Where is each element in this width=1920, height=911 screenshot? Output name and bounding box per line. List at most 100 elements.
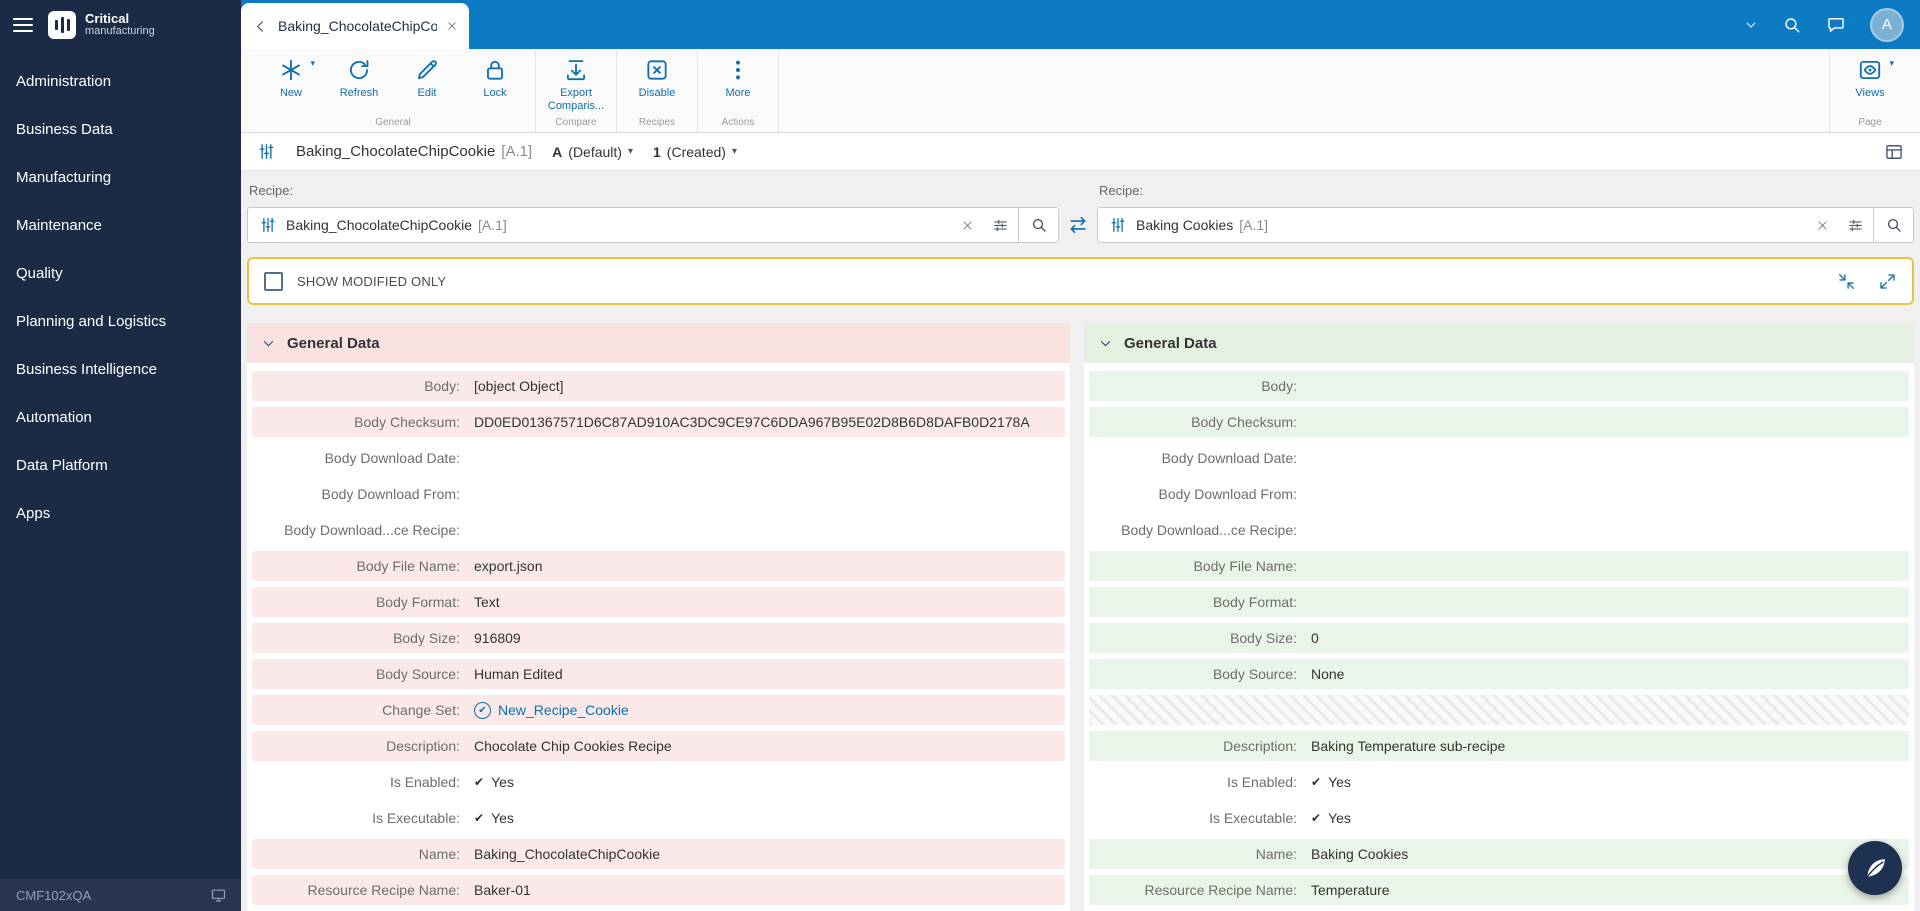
row-label: Body Source: <box>375 666 460 682</box>
sidebar-item-business-data[interactable]: Business Data <box>0 105 241 153</box>
more-button[interactable]: More <box>705 57 771 100</box>
lock-button[interactable]: Lock <box>462 57 528 100</box>
panel-source: General Data Body: [object Object] Body Ch… <box>247 323 1070 911</box>
recipe-field-label: Recipe: <box>249 183 294 198</box>
toolbar-button-label: New <box>279 87 302 99</box>
row-value-text: Baking Temperature sub-recipe <box>1311 738 1506 754</box>
compare-row <box>1089 695 1909 725</box>
close-tab-icon[interactable] <box>446 20 458 32</box>
compare-row: Body Format: Text <box>252 587 1065 617</box>
revision-state: (Created) <box>666 143 726 160</box>
chevron-down-icon[interactable] <box>1744 18 1758 32</box>
row-value-text: Human Edited <box>474 666 563 682</box>
panel-target: General Data Body: Body Checksum: Body Dow… <box>1084 323 1914 911</box>
collapse-all-icon[interactable] <box>1837 272 1856 291</box>
expand-all-icon[interactable] <box>1878 272 1897 291</box>
compare-row: Resource Recipe Name: Temperature <box>1089 875 1909 905</box>
topbar-actions: A <box>1744 0 1920 49</box>
views-icon <box>1857 57 1883 83</box>
comparison-panels: General Data Body: [object Object] Body Ch… <box>241 305 1920 911</box>
views-button[interactable]: ▾ Views <box>1837 57 1903 100</box>
row-value: 0 <box>1311 630 1319 646</box>
row-label: Resource Recipe Name: <box>307 882 460 898</box>
compare-row: Description: Baking Temperature sub-recip… <box>1089 731 1909 761</box>
sidebar-item-business-intelligence[interactable]: Business Intelligence <box>0 345 241 393</box>
search-button[interactable] <box>1873 208 1913 242</box>
row-label: Body Download...ce Recipe: <box>284 522 460 538</box>
compare-row: Is Enabled: ✔ Yes <box>252 767 1065 797</box>
swap-recipes[interactable] <box>1059 214 1097 243</box>
sidebar-item-data-platform[interactable]: Data Platform <box>0 441 241 489</box>
version-selector[interactable]: A (Default) ▾ <box>552 144 633 160</box>
tab-title: Baking_ChocolateChipCooki <box>278 18 437 34</box>
revision-selector[interactable]: 1 (Created) ▾ <box>653 144 737 160</box>
messages-icon[interactable] <box>1826 15 1846 35</box>
toolbar-group-label: Compare <box>555 117 597 128</box>
compare-row: Body Size: 0 <box>1089 623 1909 653</box>
compare-left-column: Recipe: Baking_ChocolateChipCookie [A.1] <box>247 183 1059 243</box>
avatar[interactable]: A <box>1870 7 1904 42</box>
caret-down-icon: ▾ <box>627 146 633 157</box>
recipe-input-right[interactable]: Baking Cookies [A.1] <box>1097 207 1914 243</box>
assistant-fab[interactable] <box>1848 841 1902 895</box>
entity-title-text: Baking_ChocolateChipCookie <box>296 143 496 160</box>
sidebar-item-planning-and-logistics[interactable]: Planning and Logistics <box>0 297 241 345</box>
sidebar-item-administration[interactable]: Administration <box>0 57 241 105</box>
row-value: ✔ Yes <box>474 774 514 790</box>
row-value-text: Yes <box>491 774 514 790</box>
search-icon <box>1030 216 1048 234</box>
new-icon <box>278 57 304 83</box>
show-modified-checkbox[interactable] <box>264 271 283 291</box>
edit-button[interactable]: Edit <box>394 57 460 100</box>
entity-filter-icon[interactable] <box>992 217 1009 234</box>
sidebar-item-automation[interactable]: Automation <box>0 393 241 441</box>
clear-icon[interactable] <box>1816 219 1829 232</box>
swap-icon <box>1067 214 1089 236</box>
caret-down-icon: ▾ <box>1889 58 1894 68</box>
sidebar-item-apps[interactable]: Apps <box>0 489 241 537</box>
toolbar-group-label: Page <box>1858 117 1882 128</box>
row-value-text: Text <box>474 594 500 610</box>
row-value-text: Yes <box>1328 774 1351 790</box>
refresh-button[interactable]: Refresh <box>326 57 392 100</box>
monitor-icon[interactable] <box>210 887 227 904</box>
section-header[interactable]: General Data <box>1084 323 1914 363</box>
row-value: DD0ED01367571D6C87AD910AC3DC9CE97C6DDA96… <box>474 414 1030 430</box>
row-value: 916809 <box>474 630 521 646</box>
compare-row: Name: Baking_ChocolateChipCookie <box>252 839 1065 869</box>
sidebar-item-maintenance[interactable]: Maintenance <box>0 201 241 249</box>
new-button[interactable]: ▾ New <box>258 57 324 100</box>
compare-row: Body Download...ce Recipe: <box>252 515 1065 545</box>
compare-row: Body: [object Object] <box>252 371 1065 401</box>
changeset-link[interactable]: New_Recipe_Cookie <box>498 702 629 718</box>
entity-title: Baking_ChocolateChipCookie [A.1] <box>296 143 532 160</box>
compare-row: Is Enabled: ✔ Yes <box>1089 767 1909 797</box>
row-value-text: Chocolate Chip Cookies Recipe <box>474 738 672 754</box>
row-label: Body Format: <box>375 594 460 610</box>
check-icon: ✔ <box>474 775 485 789</box>
panel-rows-left: Body: [object Object] Body Checksum: DD0ED0… <box>247 363 1070 911</box>
compare-row: Body File Name: export.json <box>252 551 1065 581</box>
sidebar-item-manufacturing[interactable]: Manufacturing <box>0 153 241 201</box>
search-button[interactable] <box>1018 208 1058 242</box>
recipe-field-label: Recipe: <box>1099 183 1144 198</box>
back-icon[interactable] <box>252 18 269 35</box>
sidebar-nav: Administration Business Data Manufacturing… <box>0 49 241 879</box>
search-icon[interactable] <box>1782 15 1802 35</box>
export-comparis-button[interactable]: Export Comparis... <box>543 57 609 112</box>
tab-active[interactable]: Baking_ChocolateChipCooki <box>241 3 469 49</box>
sidebar-item-quality[interactable]: Quality <box>0 249 241 297</box>
section-header[interactable]: General Data <box>247 323 1070 363</box>
show-modified-bar: SHOW MODIFIED ONLY <box>247 257 1914 305</box>
disable-button[interactable]: Disable <box>624 57 690 100</box>
row-label: Body Download From: <box>1158 486 1297 502</box>
toolbar-group-actions: More Actions <box>698 49 779 132</box>
clear-icon[interactable] <box>961 219 974 232</box>
recipe-icon <box>259 216 277 234</box>
recipe-input-left[interactable]: Baking_ChocolateChipCookie [A.1] <box>247 207 1059 243</box>
logo-text: Critical manufacturing <box>85 11 155 38</box>
lock-icon <box>482 57 508 83</box>
entity-filter-icon[interactable] <box>1847 217 1864 234</box>
layout-icon[interactable] <box>1884 142 1904 162</box>
menu-toggle-icon[interactable] <box>13 17 33 32</box>
